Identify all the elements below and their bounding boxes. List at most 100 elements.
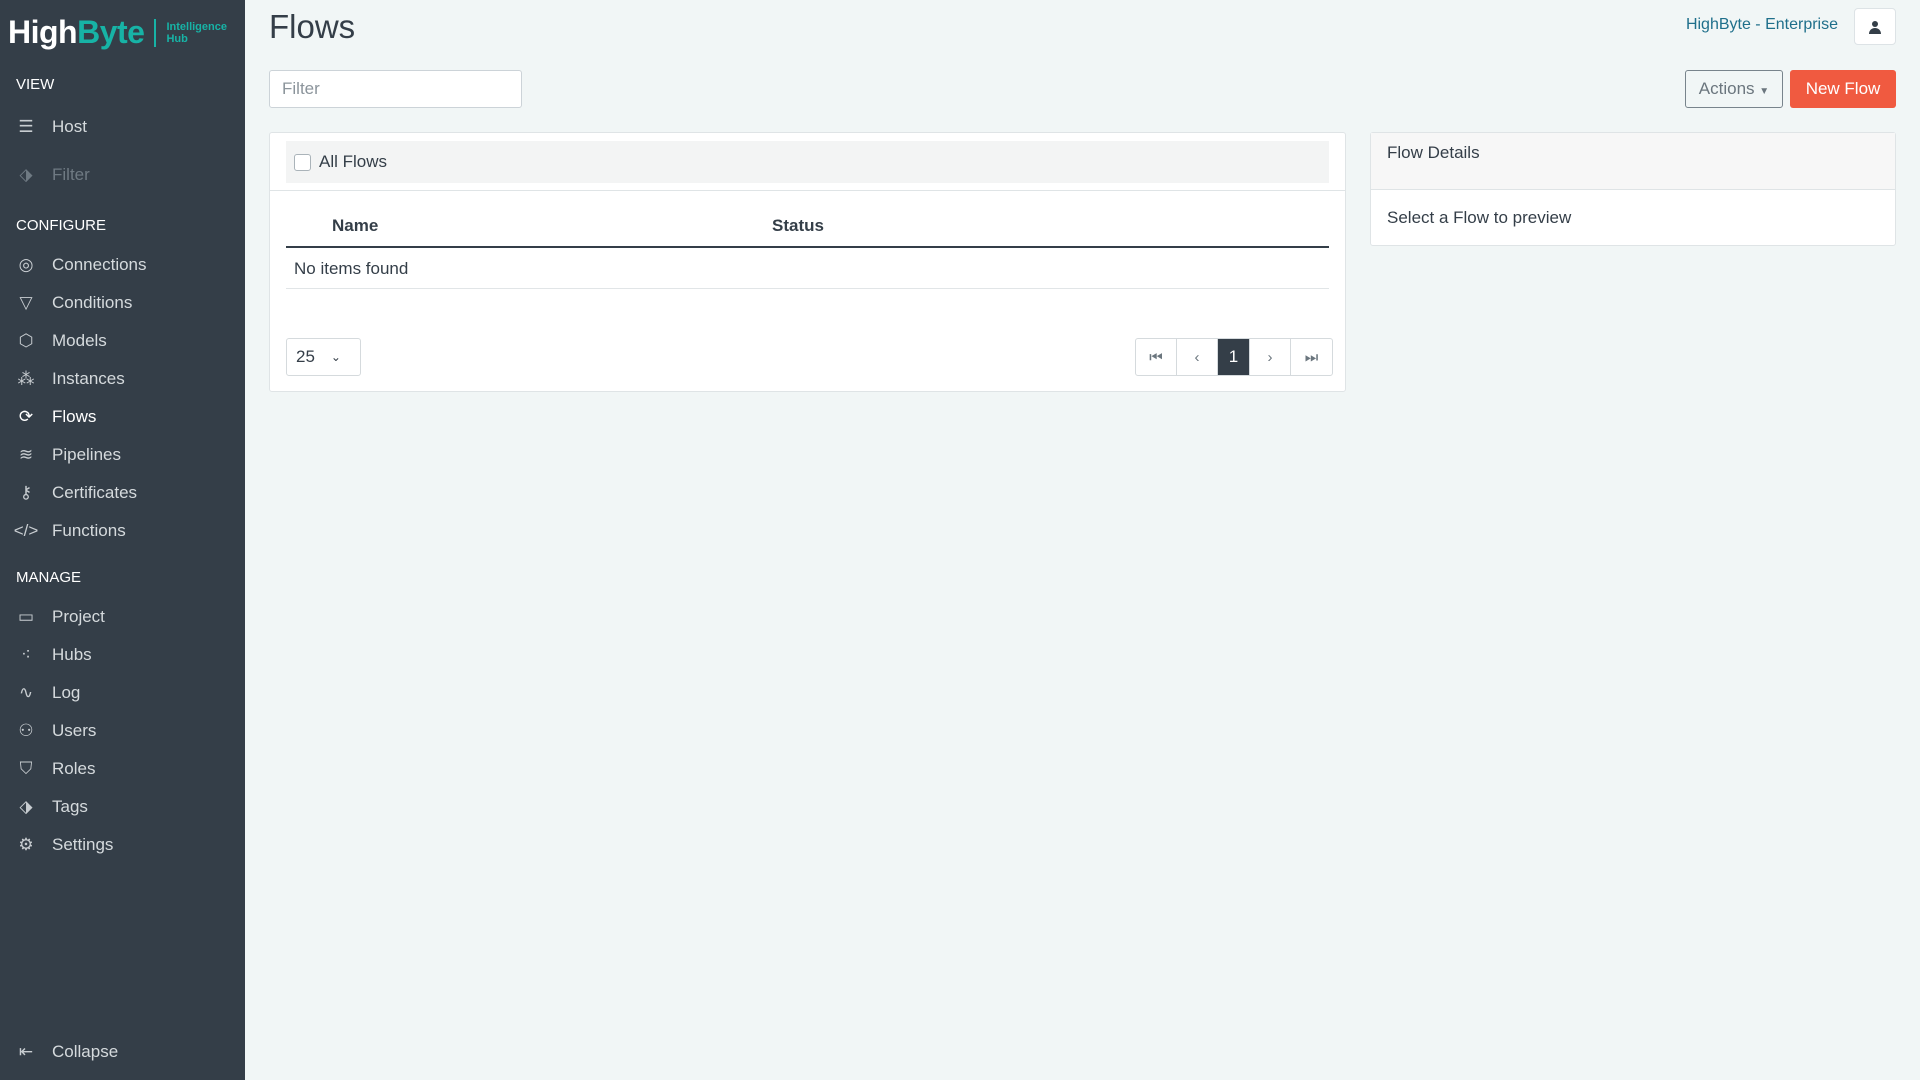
collapse-button[interactable]: ⇤ Collapse: [16, 1042, 118, 1062]
last-page-icon: ⏭: [1304, 348, 1319, 366]
logo-divider: [154, 18, 157, 47]
users-icon: ⚇: [18, 721, 34, 740]
section-configure: CONFIGURE: [16, 217, 106, 234]
empty-message: No items found: [294, 259, 409, 278]
chevron-left-icon: ‹: [1194, 348, 1200, 366]
actions-label: Actions: [1698, 79, 1755, 98]
sidebar-item-roles[interactable]: ⛉ Roles: [16, 759, 96, 779]
layers-icon: ≋: [18, 445, 34, 464]
page-size-select[interactable]: 25 ⌄: [286, 338, 361, 376]
sidebar-item-label: Roles: [52, 759, 96, 778]
logo-text-byte: Byte: [77, 14, 145, 50]
row-divider: [286, 288, 1329, 289]
pulse-icon: ∿: [18, 683, 34, 702]
cubes-icon: ⁂: [17, 369, 35, 388]
last-page-button[interactable]: ⏭: [1291, 339, 1332, 375]
chevron-down-icon: ⌄: [330, 350, 341, 364]
sidebar-item-host[interactable]: ☰ Host: [16, 117, 87, 137]
sidebar-item-connections[interactable]: ◎ Connections: [16, 255, 147, 275]
sidebar-item-settings[interactable]: ⚙ Settings: [16, 835, 113, 855]
hierarchy-icon: ⁖: [21, 645, 31, 664]
sidebar-item-label: Flows: [52, 407, 97, 426]
next-page-button[interactable]: ›: [1250, 339, 1291, 375]
divider: [270, 190, 1345, 191]
sidebar-item-conditions[interactable]: ▽ Conditions: [16, 293, 132, 313]
sidebar-item-instances[interactable]: ⁂ Instances: [16, 369, 125, 389]
new-flow-button[interactable]: New Flow: [1790, 70, 1896, 108]
highbyte-logo[interactable]: High Byte Intelligence Hub: [8, 14, 227, 51]
sidebar-item-models[interactable]: ⬡ Models: [16, 331, 107, 351]
logo-text-high: High: [8, 14, 78, 50]
filter-input[interactable]: [269, 70, 522, 108]
sidebar-item-label: Connections: [52, 255, 147, 274]
column-header-status[interactable]: Status: [772, 216, 824, 236]
section-view: VIEW: [16, 76, 55, 93]
flow-details-title: Flow Details: [1371, 133, 1895, 190]
sidebar-item-label: Users: [52, 721, 97, 740]
header-divider: [286, 246, 1329, 248]
logo-subtitle-line2: Hub: [166, 32, 188, 45]
page-title: Flows: [269, 8, 356, 45]
sidebar-item-hubs[interactable]: ⁖ Hubs: [16, 645, 92, 665]
page-size-value: 25: [296, 347, 315, 366]
sidebar-item-users[interactable]: ⚇ Users: [16, 721, 96, 741]
user-menu-button[interactable]: [1854, 8, 1896, 45]
logo-subtitle: Intelligence Hub: [166, 21, 227, 45]
all-flows-checkbox[interactable]: [294, 153, 311, 171]
flows-table-panel: All Flows Name Status No items found 25 ⌄…: [269, 132, 1346, 392]
sidebar-item-label: Pipelines: [52, 445, 121, 464]
server-icon: ☰: [18, 117, 34, 136]
sidebar-item-label: Conditions: [52, 293, 133, 312]
cube-icon: ⬡: [18, 331, 34, 350]
sidebar: High Byte Intelligence Hub VIEW ☰ Host ⬗ Fil…: [0, 0, 245, 1080]
sidebar-item-project[interactable]: ▭ Project: [16, 607, 105, 627]
sidebar-item-label: Project: [52, 607, 105, 626]
collapse-label: Collapse: [52, 1042, 119, 1061]
all-flows-label: All Flows: [319, 152, 388, 171]
sync-icon: ⟳: [18, 407, 34, 426]
sidebar-item-label: Settings: [52, 835, 114, 854]
sidebar-item-label: Host: [52, 117, 87, 136]
flow-details-empty: Select a Flow to preview: [1387, 208, 1572, 227]
column-header-name[interactable]: Name: [332, 216, 378, 236]
sidebar-item-label: Filter: [52, 165, 90, 184]
tag-icon: ⬗: [19, 165, 33, 184]
first-page-button[interactable]: ⏮: [1136, 339, 1177, 375]
user-icon: [1869, 20, 1881, 34]
tags-icon: ⬗: [19, 797, 33, 816]
sidebar-item-label: Models: [52, 331, 107, 350]
sidebar-item-filter[interactable]: ⬗ Filter: [16, 165, 90, 185]
flow-details-panel: Flow Details Select a Flow to preview: [1370, 132, 1896, 246]
sidebar-item-label: Instances: [52, 369, 125, 388]
first-page-icon: ⏮: [1149, 348, 1163, 366]
pagination: ⏮ ‹ 1 › ⏭: [1135, 338, 1333, 376]
account-link[interactable]: HighByte - Enterprise: [1686, 16, 1838, 34]
key-icon: ⚷: [19, 483, 33, 502]
sidebar-item-label: Hubs: [52, 645, 92, 664]
archive-icon: ▭: [17, 607, 35, 626]
collapse-arrow-icon: ⇤: [18, 1042, 34, 1061]
sidebar-item-pipelines[interactable]: ≋ Pipelines: [16, 445, 121, 465]
sidebar-item-functions[interactable]: </> Functions: [13, 521, 126, 541]
sidebar-item-label: Tags: [52, 797, 88, 816]
funnel-icon: ▽: [19, 293, 33, 312]
sidebar-item-certificates[interactable]: ⚷ Certificates: [16, 483, 137, 503]
sidebar-item-label: Certificates: [52, 483, 138, 502]
sidebar-item-flows[interactable]: ⟳ Flows: [16, 407, 97, 427]
prev-page-button[interactable]: ‹: [1177, 339, 1218, 375]
caret-down-icon: ▼: [1759, 86, 1770, 97]
sidebar-item-log[interactable]: ∿ Log: [16, 683, 81, 703]
gear-icon: ⚙: [18, 835, 34, 854]
logo-subtitle-line1: Intelligence: [166, 20, 227, 33]
shield-icon: ⛉: [19, 759, 33, 778]
sidebar-item-label: Functions: [52, 521, 126, 540]
chevron-right-icon: ›: [1267, 348, 1273, 366]
all-flows-bar: All Flows: [286, 141, 1329, 183]
sidebar-item-tags[interactable]: ⬗ Tags: [16, 797, 88, 817]
actions-dropdown-button[interactable]: Actions ▼: [1685, 70, 1783, 108]
page-button-current[interactable]: 1: [1218, 339, 1250, 375]
code-icon: </>: [13, 521, 39, 540]
section-manage: MANAGE: [16, 569, 82, 586]
sidebar-item-label: Log: [52, 683, 81, 702]
plug-icon: ◎: [18, 255, 34, 274]
